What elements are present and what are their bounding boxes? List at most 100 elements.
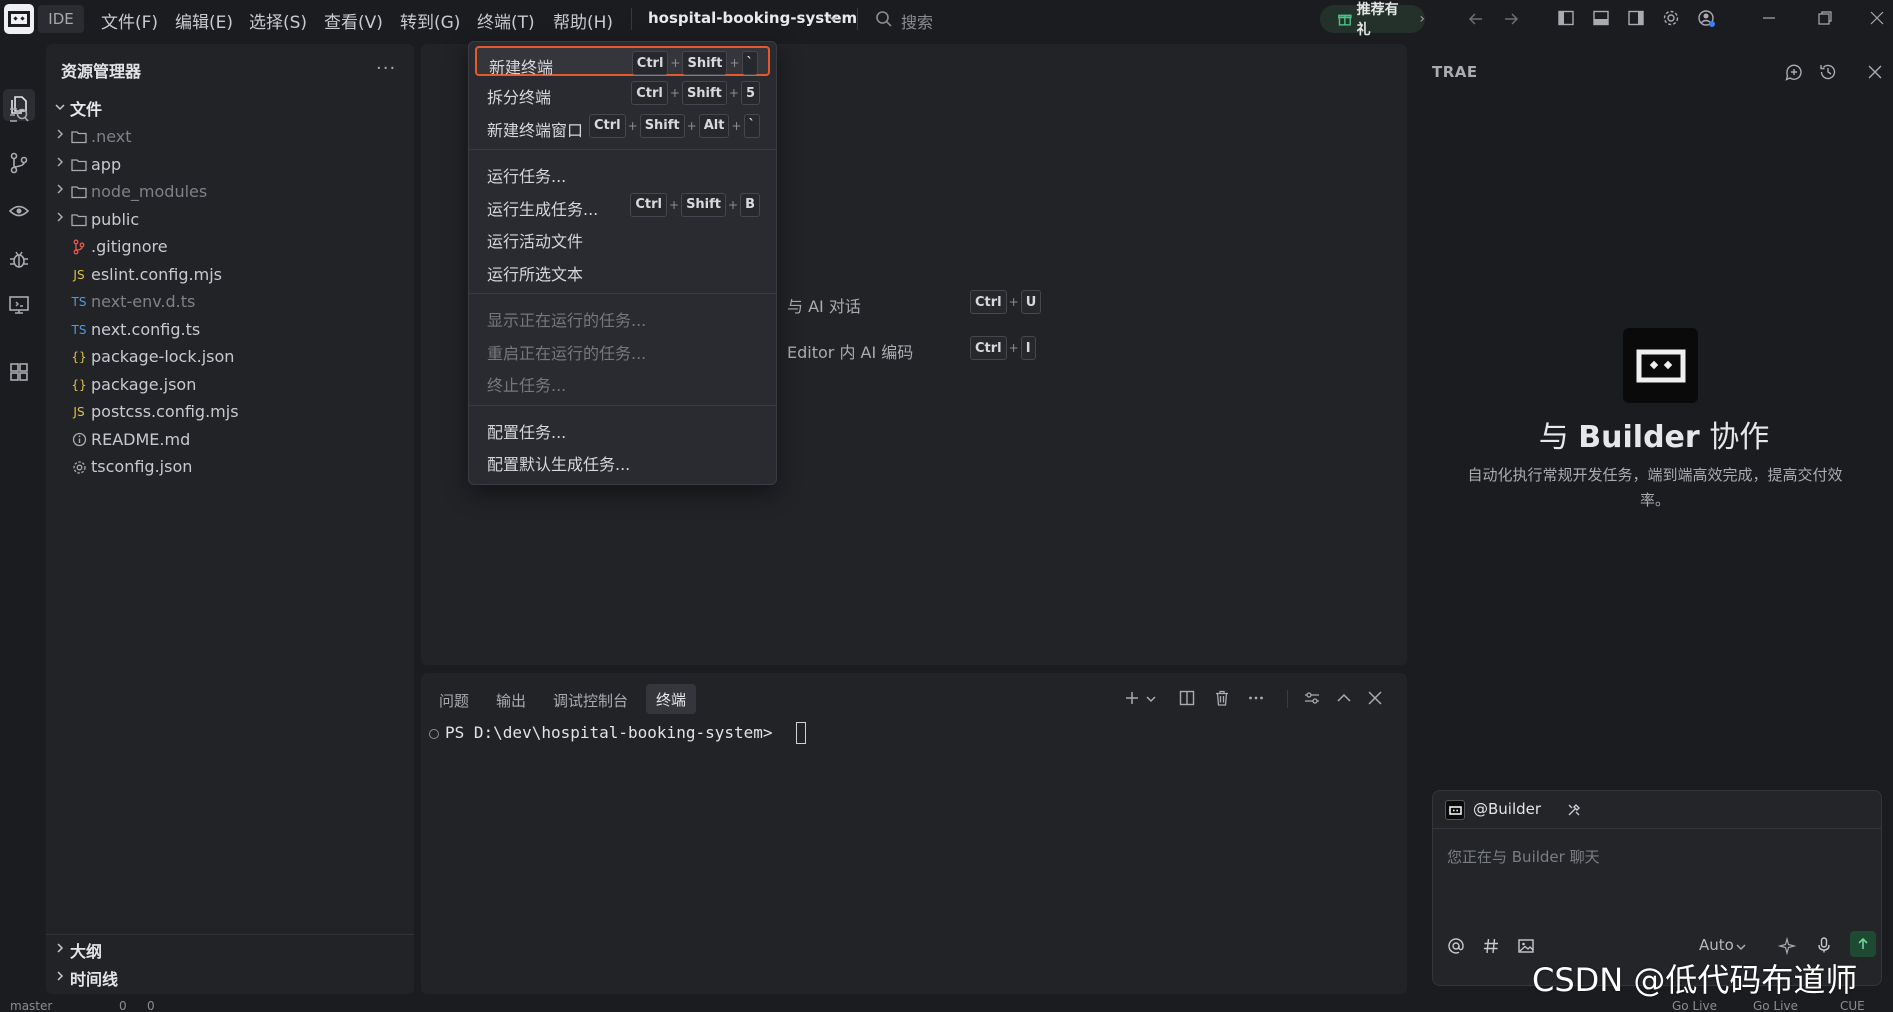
menu-separator: [469, 149, 776, 150]
project-name[interactable]: hospital-booking-system: [648, 9, 857, 27]
tree-file[interactable]: .gitignore: [46, 234, 414, 260]
menu-view[interactable]: 查看(V): [324, 8, 383, 33]
terminal-prompt[interactable]: PS D:\dev\hospital-booking-system>: [445, 723, 782, 742]
minimize-icon[interactable]: [1760, 9, 1778, 27]
toggle-secondary-sidebar-icon[interactable]: [1627, 9, 1645, 27]
chat-input[interactable]: 您正在与 Builder 聊天: [1447, 846, 1600, 867]
microphone-icon[interactable]: [1815, 936, 1833, 954]
menu-item-run-active-file[interactable]: 运行活动文件: [475, 222, 770, 252]
search-icon[interactable]: [875, 10, 893, 28]
tree-item-label: next.config.ts: [91, 319, 201, 339]
remote-eye-icon[interactable]: [8, 200, 30, 222]
more-icon[interactable]: [1247, 689, 1265, 707]
history-icon[interactable]: [1818, 62, 1838, 82]
image-icon[interactable]: [1517, 937, 1535, 955]
tree-file[interactable]: JS eslint.config.mjs: [46, 262, 414, 288]
menu-selection[interactable]: 选择(S): [249, 8, 307, 33]
warning-count[interactable]: 0: [147, 999, 155, 1012]
mention-icon[interactable]: [1447, 937, 1465, 955]
maximize-panel-icon[interactable]: [1335, 689, 1353, 707]
menu-go[interactable]: 转到(G): [400, 8, 460, 33]
timeline-section-header[interactable]: 时间线: [46, 966, 414, 989]
menu-item-run-selected-text[interactable]: 运行所选文本: [475, 255, 770, 285]
chat-agent-header[interactable]: @Builder: [1433, 791, 1881, 829]
tools-icon[interactable]: [1566, 802, 1582, 818]
menu-item-label: 终止任务...: [487, 376, 567, 395]
menu-item-new-terminal-window[interactable]: 新建终端窗口 Ctrl + Shift + Alt + `: [475, 111, 770, 141]
arrow-left-icon[interactable]: [1466, 9, 1486, 29]
chevron-down-icon[interactable]: [1735, 941, 1747, 953]
key: Ctrl: [630, 192, 667, 217]
tree-file[interactable]: TS next-env.d.ts: [46, 289, 414, 315]
menu-item-split-terminal[interactable]: 拆分终端 Ctrl + Shift +5: [475, 78, 770, 108]
restore-icon[interactable]: [1816, 9, 1834, 27]
menu-item-configure-tasks[interactable]: 配置任务...: [475, 413, 770, 443]
arrow-right-icon[interactable]: [1501, 9, 1521, 29]
search-activity-icon[interactable]: [8, 104, 30, 126]
menu-item-new-terminal[interactable]: 新建终端 Ctrl + Shift + `: [475, 46, 770, 77]
hashtag-icon[interactable]: [1482, 937, 1500, 955]
model-selector[interactable]: Auto: [1699, 936, 1734, 954]
toggle-panel-icon[interactable]: [1592, 9, 1610, 27]
tab-debug-console[interactable]: 调试控制台: [553, 690, 628, 711]
tree-file[interactable]: README.md: [46, 427, 414, 453]
tree-file[interactable]: {} package.json: [46, 372, 414, 398]
new-chat-icon[interactable]: [1784, 62, 1804, 82]
tab-terminal[interactable]: 终端: [646, 684, 696, 714]
gear-icon[interactable]: [1662, 9, 1680, 27]
terminal-settings-icon[interactable]: [1303, 689, 1321, 707]
preview-icon[interactable]: [8, 294, 30, 316]
chevron-down-icon[interactable]: [1145, 693, 1157, 705]
trash-icon[interactable]: [1213, 689, 1231, 707]
sparkle-icon[interactable]: [1778, 937, 1796, 955]
menu-edit[interactable]: 编辑(E): [175, 8, 233, 33]
tree-file[interactable]: {} package-lock.json: [46, 344, 414, 370]
shortcut-keys-ai-chat: Ctrl + U: [970, 290, 1042, 314]
error-count[interactable]: 0: [119, 999, 127, 1012]
split-terminal-icon[interactable]: [1178, 689, 1196, 707]
tab-output[interactable]: 输出: [496, 690, 526, 711]
ide-mode-button[interactable]: IDE: [38, 5, 84, 33]
menu-item-label: 重启正在运行的任务...: [487, 343, 647, 363]
menu-help[interactable]: 帮助(H): [553, 8, 613, 33]
tree-file[interactable]: JS postcss.config.mjs: [46, 399, 414, 425]
tree-folder[interactable]: app: [46, 152, 414, 178]
chevron-down-icon[interactable]: [827, 12, 839, 24]
extensions-icon[interactable]: [8, 361, 30, 383]
tab-problems[interactable]: 问题: [439, 690, 469, 711]
referral-button[interactable]: 推荐有礼 ›: [1320, 2, 1425, 38]
close-panel-icon[interactable]: [1366, 689, 1384, 707]
menu-item-shortcut: Ctrl + Shift + `: [631, 51, 758, 75]
divider: [46, 934, 414, 935]
terminal-menu-dropdown: 新建终端 Ctrl + Shift + ` 拆分终端 Ctrl + Shift +5 新建终端窗口 Ct…: [468, 41, 777, 485]
menu-item-run-task[interactable]: 运行任务...: [475, 157, 770, 187]
menu-item-configure-default-build-task[interactable]: 配置默认生成任务...: [475, 445, 770, 475]
ai-panel-title: TRAE: [1432, 63, 1478, 81]
send-button[interactable]: [1850, 931, 1876, 957]
chevron-right-icon: [57, 129, 64, 139]
tree-folder[interactable]: public: [46, 207, 414, 233]
menu-terminal[interactable]: 终端(T): [477, 8, 535, 33]
source-control-icon[interactable]: [8, 152, 30, 174]
tree-item-label: README.md: [91, 429, 191, 449]
key: Shift: [681, 81, 727, 105]
toggle-sidebar-icon[interactable]: [1557, 9, 1575, 27]
tree-folder[interactable]: .next: [46, 124, 414, 150]
menu-item-label: 显示正在运行的任务...: [487, 311, 647, 330]
tree-folder[interactable]: node_modules: [46, 179, 414, 205]
outline-section-header[interactable]: 大纲: [46, 938, 414, 961]
tree-item-label: node_modules: [91, 182, 208, 201]
debug-icon[interactable]: [8, 248, 30, 270]
close-icon[interactable]: [1867, 64, 1883, 80]
menu-item-run-build-task[interactable]: 运行生成任务... Ctrl + Shift + B: [475, 190, 770, 220]
new-terminal-icon[interactable]: [1123, 689, 1141, 707]
files-section-header[interactable]: 文件: [54, 96, 102, 120]
account-icon[interactable]: [1697, 9, 1717, 29]
search-box[interactable]: 搜索: [901, 9, 933, 33]
tree-file[interactable]: TS next.config.ts: [46, 317, 414, 343]
branch-indicator[interactable]: master: [10, 999, 52, 1012]
more-actions-icon[interactable]: ···: [376, 58, 396, 79]
close-window-icon[interactable]: [1868, 9, 1886, 27]
tree-file[interactable]: tsconfig.json: [46, 454, 414, 480]
menu-file[interactable]: 文件(F): [101, 8, 158, 33]
